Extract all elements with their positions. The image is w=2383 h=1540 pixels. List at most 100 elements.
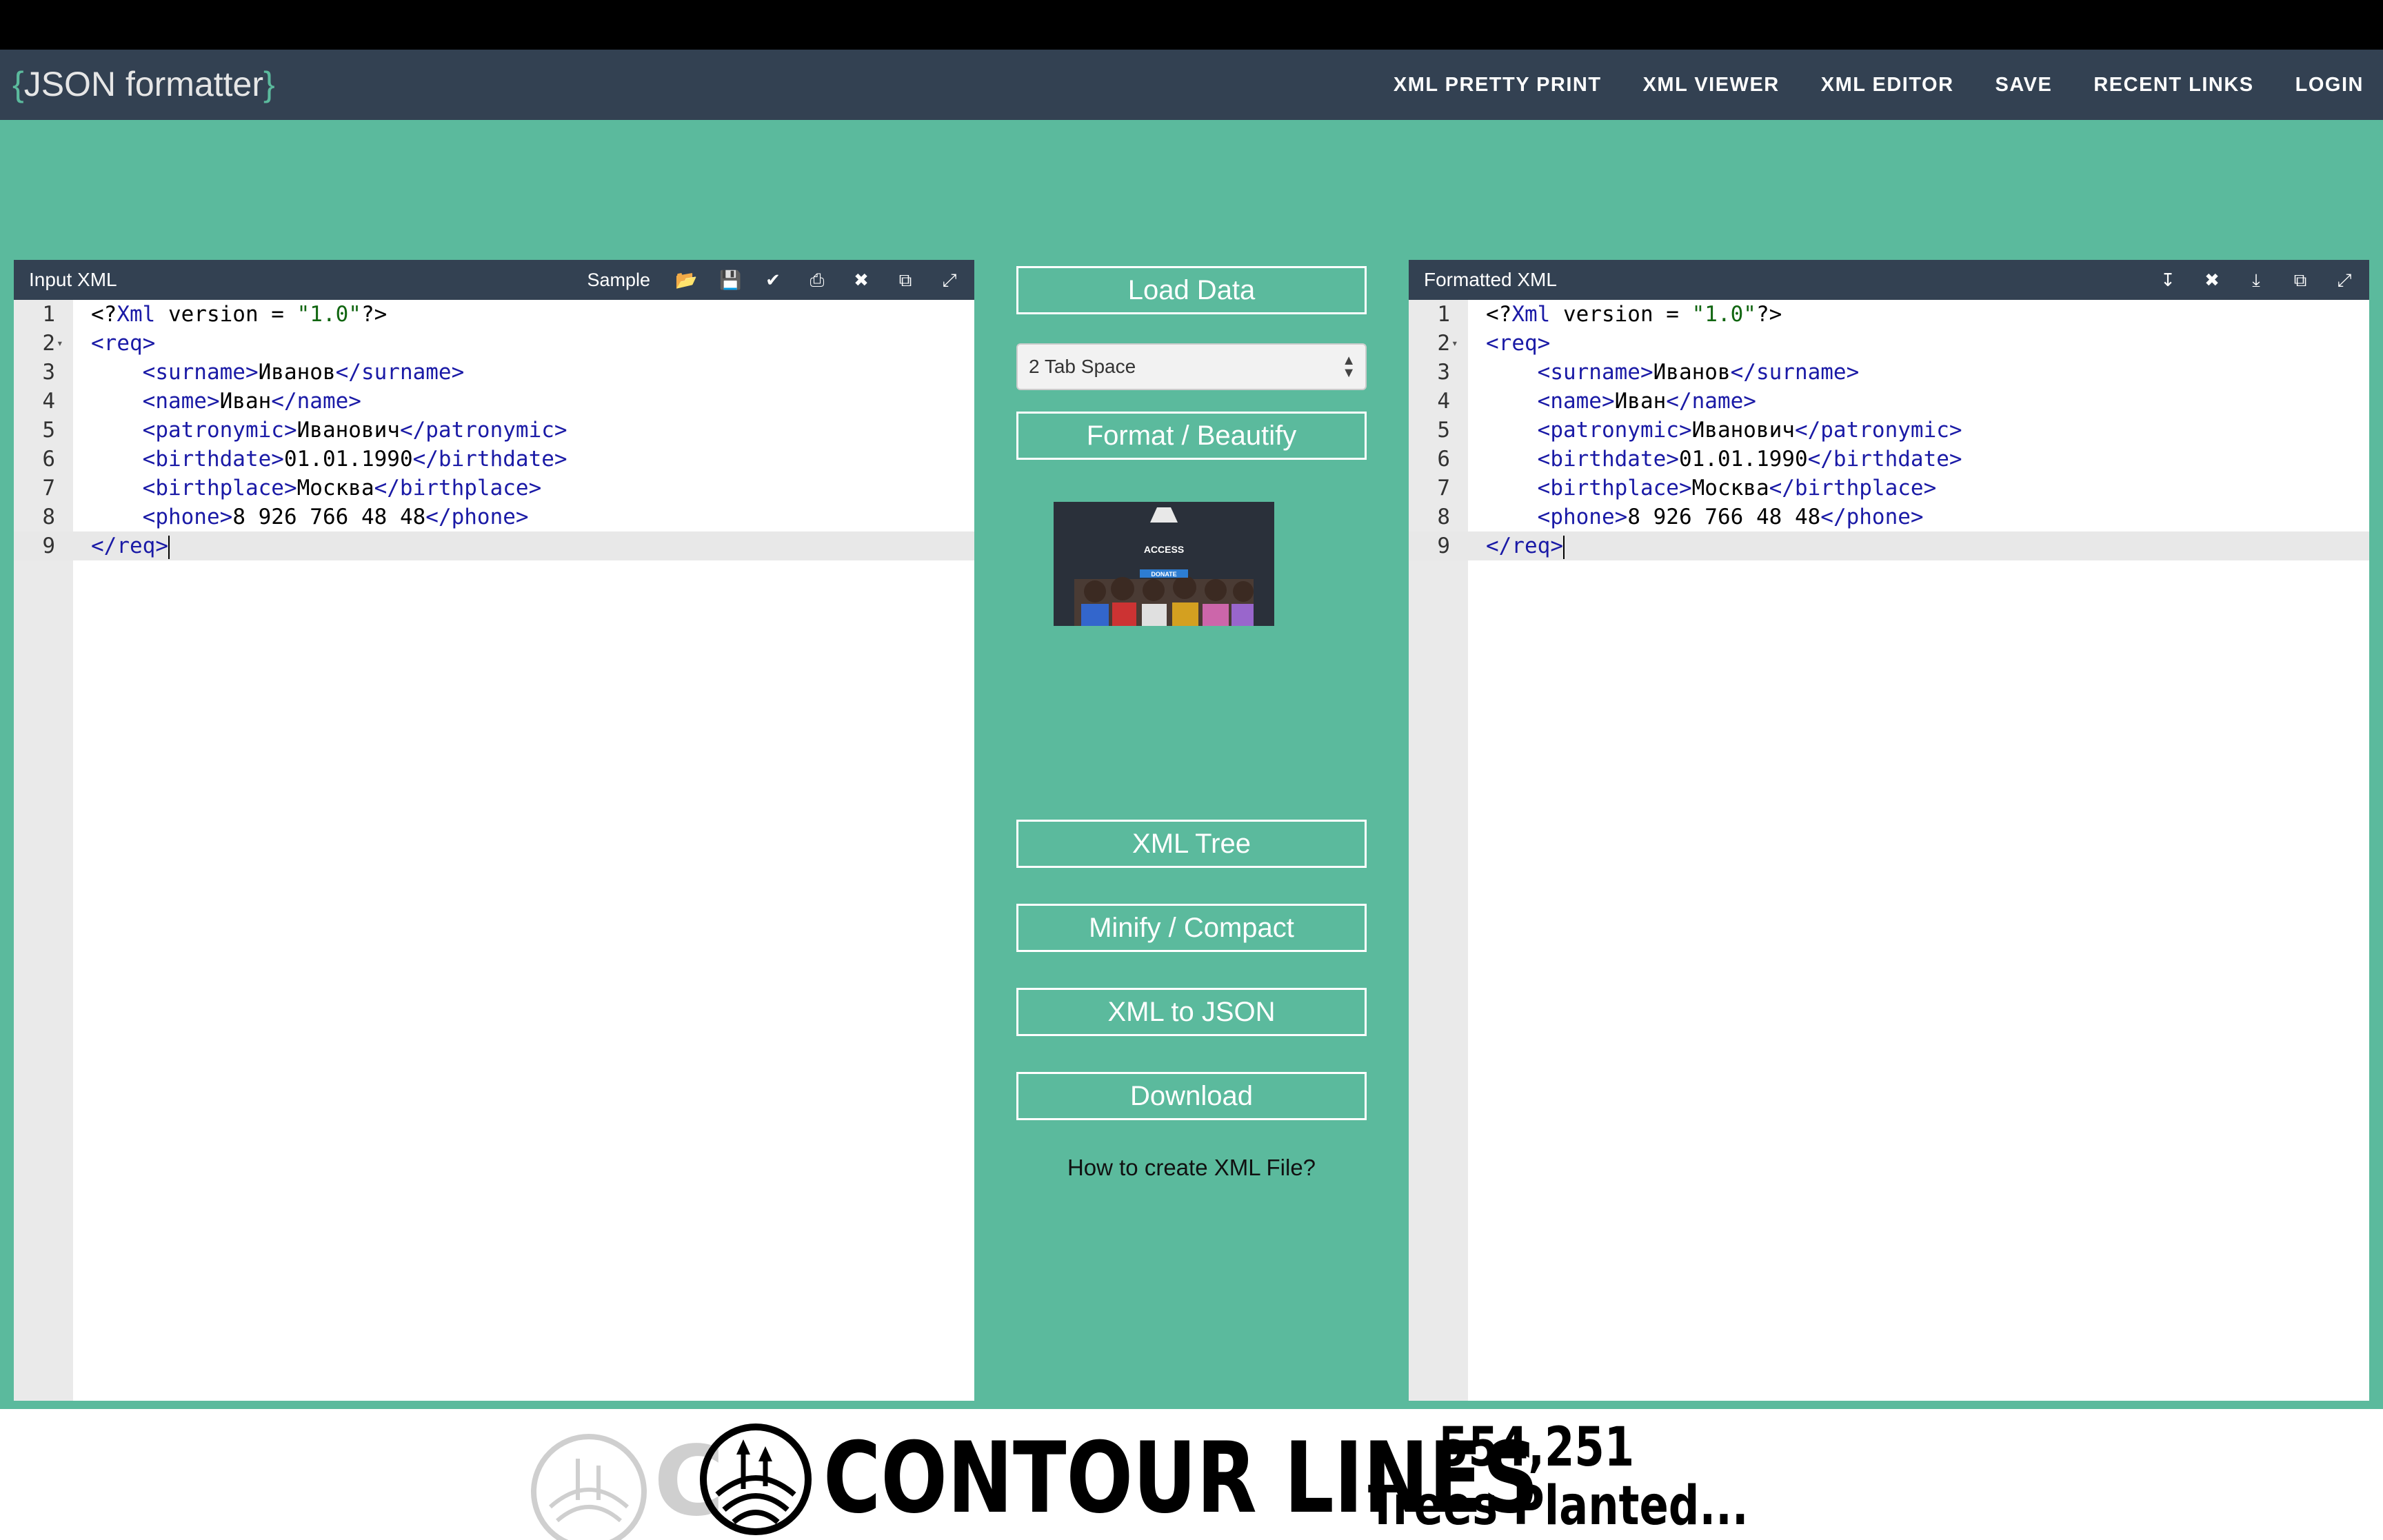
xml-to-json-button[interactable]: XML to JSON <box>1016 988 1367 1036</box>
output-code-line[interactable]: 2 ▾ <req> <box>1409 329 2369 358</box>
output-code-line[interactable]: 6 <birthdate>01.01.1990</birthdate> <box>1409 445 2369 474</box>
formatted-xml-panel: Formatted XML ↧ ✖ ⤓ ⧉ ⤢ 1 <?Xml version =… <box>1409 260 2369 1401</box>
line-number: 7 <box>42 476 55 500</box>
output-code-editor[interactable]: 1 <?Xml version = "1.0"?> 2 ▾ <req> 3 <surnam… <box>1409 300 2369 560</box>
line-text: </req> <box>1486 534 1565 559</box>
copy-icon[interactable]: ⧉ <box>896 260 915 300</box>
input-code-line[interactable]: 2 ▾ <req> <box>14 329 974 358</box>
line-number: 8 <box>1437 505 1450 529</box>
close-icon[interactable]: ✖ <box>2202 260 2222 300</box>
line-text: <birthdate>01.01.1990</birthdate> <box>142 447 567 472</box>
nav-xml-pretty-print[interactable]: XML PRETTY PRINT <box>1394 74 1602 97</box>
input-code-line[interactable]: 5 <patronymic>Иванович</patronymic> <box>14 416 974 445</box>
input-code-line[interactable]: 9 </req> <box>14 531 974 560</box>
line-number: 1 <box>1437 302 1450 327</box>
save-icon[interactable]: 💾 <box>719 260 741 300</box>
line-number: 6 <box>42 447 55 472</box>
trees-planted-text: Trees Planted... <box>1368 1475 1749 1537</box>
ad-banner[interactable]: ACCESS DONATE <box>1054 502 1274 626</box>
line-text: <patronymic>Иванович</patronymic> <box>1537 418 1962 443</box>
copy-icon[interactable]: ⧉ <box>2291 260 2310 300</box>
collapse-icon[interactable]: ↧ <box>2158 260 2178 300</box>
line-text: <?Xml version = "1.0"?> <box>91 302 388 327</box>
folder-open-icon[interactable]: 📂 <box>675 260 697 300</box>
download-icon[interactable]: ⤓ <box>2246 260 2266 300</box>
input-xml-panel: Input XML Sample 📂 💾 ✔ ⎙ ✖ ⧉ ⤢ 1 <?Xml ve… <box>14 260 974 1401</box>
sample-link[interactable]: Sample <box>587 260 650 300</box>
input-code-line[interactable]: 3 <surname>Иванов</surname> <box>14 358 974 387</box>
nav-xml-editor[interactable]: XML EDITOR <box>1821 74 1954 97</box>
input-code-line[interactable]: 7 <birthplace>Москва</birthplace> <box>14 474 974 503</box>
nav-recent-links[interactable]: RECENT LINKS <box>2093 74 2253 97</box>
line-number: 1 <box>42 302 55 327</box>
output-code-line[interactable]: 9 </req> <box>1409 531 2369 560</box>
load-data-button[interactable]: Load Data <box>1016 266 1367 314</box>
output-code-line[interactable]: 4 <name>Иван</name> <box>1409 387 2369 416</box>
line-text: <?Xml version = "1.0"?> <box>1486 302 1782 327</box>
how-to-create-xml-link[interactable]: How to create XML File? <box>1016 1155 1367 1181</box>
line-number: 4 <box>1437 389 1450 414</box>
line-number: 5 <box>42 418 55 443</box>
line-number: 2 <box>42 331 55 356</box>
line-text: </req> <box>91 534 170 559</box>
line-number: 3 <box>1437 360 1450 385</box>
ad-image: ACCESS DONATE <box>1054 502 1274 626</box>
input-code-line[interactable]: 6 <birthdate>01.01.1990</birthdate> <box>14 445 974 474</box>
brand-logo[interactable]: {JSON formatter} <box>12 59 275 109</box>
faded-logo-letter: C <box>654 1426 725 1538</box>
line-number: 5 <box>1437 418 1450 443</box>
line-number: 7 <box>1437 476 1450 500</box>
indent-select[interactable]: 2 Tab Space ▲ ▼ <box>1016 343 1367 390</box>
trees-counter: 554,251 <box>1438 1417 1635 1479</box>
input-code-line[interactable]: 4 <name>Иван</name> <box>14 387 974 416</box>
input-code-line[interactable]: 1 <?Xml version = "1.0"?> <box>14 300 974 329</box>
indent-select-value: 2 Tab Space <box>1029 356 1136 377</box>
output-code-line[interactable]: 5 <patronymic>Иванович</patronymic> <box>1409 416 2369 445</box>
format-beautify-button[interactable]: Format / Beautify <box>1016 412 1367 460</box>
nav-xml-viewer[interactable]: XML VIEWER <box>1643 74 1780 97</box>
top-black-strip <box>0 0 2383 50</box>
text-cursor <box>168 535 170 559</box>
output-code-line[interactable]: 1 <?Xml version = "1.0"?> <box>1409 300 2369 329</box>
expand-icon[interactable]: ⤢ <box>940 260 959 300</box>
line-number: 4 <box>42 389 55 414</box>
check-icon[interactable]: ✔ <box>763 260 783 300</box>
nav-links: XML PRETTY PRINT XML VIEWER XML EDITOR S… <box>1394 50 2364 120</box>
expand-icon[interactable]: ⤢ <box>2335 260 2354 300</box>
input-code-line[interactable]: 8 <phone>8 926 766 48 48</phone> <box>14 503 974 531</box>
fold-arrow-icon[interactable]: ▾ <box>1451 329 1458 358</box>
faded-logo-icon <box>531 1434 647 1540</box>
nav-login[interactable]: LOGIN <box>2295 74 2364 97</box>
fold-arrow-icon[interactable]: ▾ <box>57 329 63 358</box>
text-cursor <box>1562 535 1565 559</box>
output-code-line[interactable]: 7 <birthplace>Москва</birthplace> <box>1409 474 2369 503</box>
minify-compact-button[interactable]: Minify / Compact <box>1016 904 1367 952</box>
close-icon[interactable]: ✖ <box>852 260 871 300</box>
line-text: <surname>Иванов</surname> <box>142 360 465 385</box>
ad-text-donate: DONATE <box>1151 571 1176 578</box>
output-panel-header: Formatted XML ↧ ✖ ⤓ ⧉ ⤢ <box>1409 260 2369 300</box>
line-text: <req> <box>91 331 156 356</box>
xml-tree-button[interactable]: XML Tree <box>1016 820 1367 868</box>
line-text: <req> <box>1486 331 1551 356</box>
line-text: <name>Иван</name> <box>1537 389 1756 414</box>
line-text: <surname>Иванов</surname> <box>1537 360 1860 385</box>
input-panel-title: Input XML <box>29 269 117 290</box>
input-code-editor[interactable]: 1 <?Xml version = "1.0"?> 2 ▾ <req> 3 <surnam… <box>14 300 974 560</box>
line-number: 8 <box>42 505 55 529</box>
line-text: <phone>8 926 766 48 48</phone> <box>142 505 529 529</box>
output-code-line[interactable]: 8 <phone>8 926 766 48 48</phone> <box>1409 503 2369 531</box>
line-number: 3 <box>42 360 55 385</box>
contour-lines-logo-icon <box>700 1424 812 1535</box>
line-text: <birthplace>Москва</birthplace> <box>1537 476 1937 500</box>
line-text: <patronymic>Иванович</patronymic> <box>142 418 567 443</box>
line-text: <birthplace>Москва</birthplace> <box>142 476 542 500</box>
nav-save[interactable]: SAVE <box>1995 74 2053 97</box>
print-icon[interactable]: ⎙ <box>807 260 827 300</box>
line-text: <phone>8 926 766 48 48</phone> <box>1537 505 1924 529</box>
line-text: <name>Иван</name> <box>142 389 361 414</box>
line-number: 9 <box>42 534 55 558</box>
download-button[interactable]: Download <box>1016 1072 1367 1120</box>
ad-text-access: ACCESS <box>1144 544 1184 555</box>
output-code-line[interactable]: 3 <surname>Иванов</surname> <box>1409 358 2369 387</box>
